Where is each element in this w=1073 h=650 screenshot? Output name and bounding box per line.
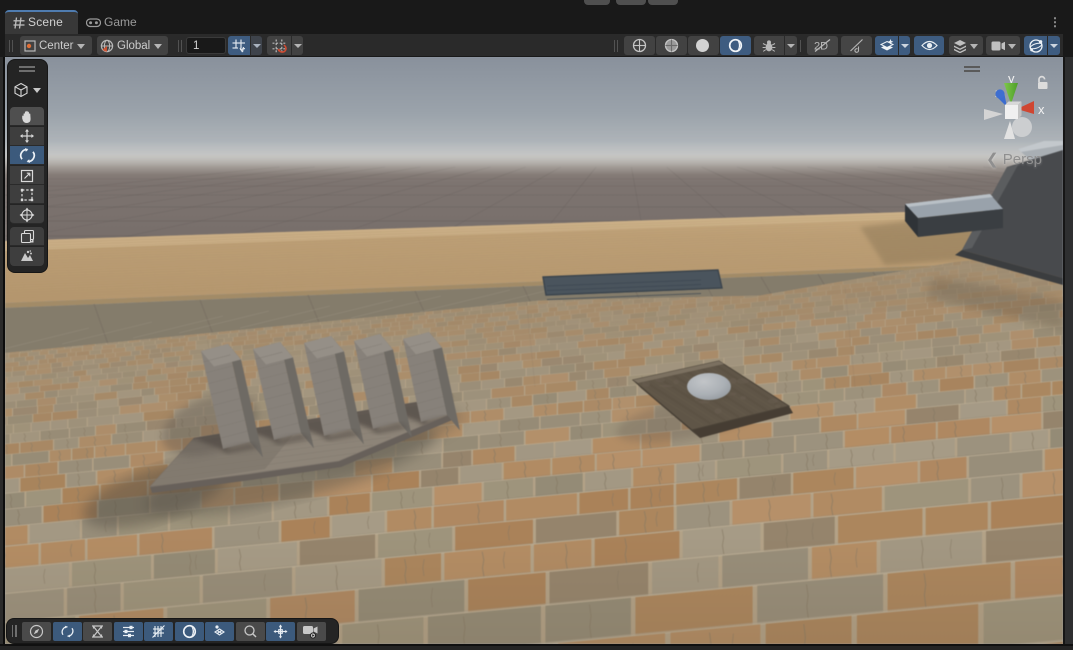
svg-text:x: x [1038,102,1045,117]
